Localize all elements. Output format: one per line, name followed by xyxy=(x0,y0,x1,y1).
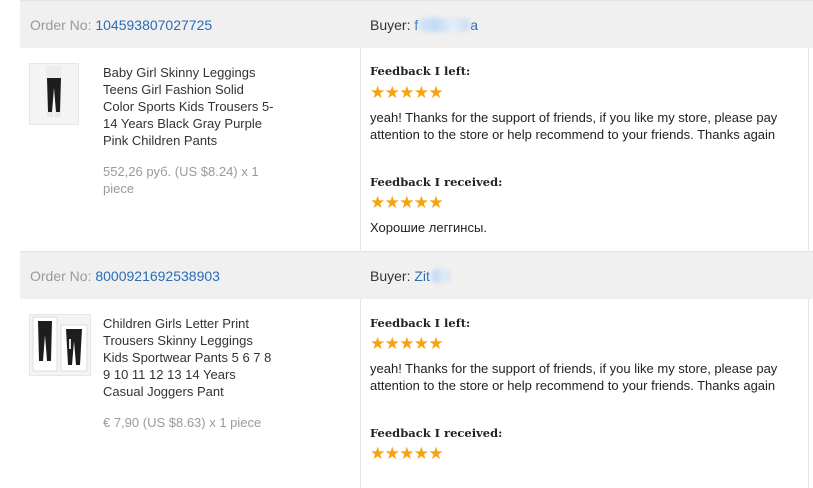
feedback-received-text: Хорошие леггинсы. xyxy=(370,220,487,235)
star-icon: ★ xyxy=(413,83,430,102)
feedback-left-label: Feedback I left: xyxy=(370,316,471,330)
product-thumbnail[interactable] xyxy=(29,314,91,376)
star-icon: ★ xyxy=(370,193,386,212)
buyer: Buyer: Zit xyxy=(370,268,450,284)
order-body: Baby Girl Skinny Leggings Teens Girl Fas… xyxy=(20,48,813,250)
buyer-label: Buyer: xyxy=(370,268,411,284)
star-icon: ★ xyxy=(428,83,444,102)
star-icon: ★ xyxy=(413,334,430,353)
product-price: 552,26 руб. (US $8.24) x 1 piece xyxy=(103,164,259,196)
product-thumbnail[interactable] xyxy=(29,63,79,125)
order-no-link[interactable]: 8000921692538903 xyxy=(95,268,220,284)
feedback-received-rating: ★★★★★ xyxy=(370,193,444,212)
feedback-column: Feedback I left: ★★★★★ yeah! Thanks for … xyxy=(360,299,809,488)
star-icon: ★ xyxy=(384,193,400,212)
star-icon: ★ xyxy=(384,334,400,353)
feedback-received-label: Feedback I received: xyxy=(370,175,503,189)
order-header: Order No: 104593807027725 Buyer: fa xyxy=(20,0,813,48)
star-icon: ★ xyxy=(428,444,444,463)
order-header: Order No: 8000921692538903 Buyer: Zit xyxy=(20,251,813,299)
feedback-column: Feedback I left: ★★★★★ yeah! Thanks for … xyxy=(360,48,809,250)
redacted-blur xyxy=(418,18,471,32)
order-body: Children Girls Letter Print Trousers Ski… xyxy=(20,299,813,488)
star-icon: ★ xyxy=(370,444,386,463)
star-icon: ★ xyxy=(413,193,430,212)
product-title-link[interactable]: Children Girls Letter Print Trousers Ski… xyxy=(103,315,278,400)
star-icon: ★ xyxy=(370,83,386,102)
order-number: Order No: 104593807027725 xyxy=(30,17,212,33)
feedback-received-rating: ★★★★★ xyxy=(370,444,444,463)
redacted-blur xyxy=(429,269,450,283)
feedback-received-label: Feedback I received: xyxy=(370,426,503,440)
star-icon: ★ xyxy=(428,334,444,353)
buyer-name-link[interactable]: fa xyxy=(414,17,478,33)
feedback-left-rating: ★★★★★ xyxy=(370,83,444,102)
order-no-link[interactable]: 104593807027725 xyxy=(95,17,212,33)
star-icon: ★ xyxy=(399,83,415,102)
feedback-left-rating: ★★★★★ xyxy=(370,334,444,353)
star-icon: ★ xyxy=(399,444,415,463)
star-icon: ★ xyxy=(384,444,400,463)
buyer-name-tail: a xyxy=(470,17,479,33)
order-no-label: Order No: xyxy=(30,268,92,284)
product-title-link[interactable]: Baby Girl Skinny Leggings Teens Girl Fas… xyxy=(103,64,278,149)
star-icon: ★ xyxy=(399,334,415,353)
star-icon: ★ xyxy=(384,83,400,102)
leggings-image-icon xyxy=(30,315,90,375)
product-price: € 7,90 (US $8.63) x 1 piece xyxy=(103,415,262,430)
order-number: Order No: 8000921692538903 xyxy=(30,268,220,284)
star-icon: ★ xyxy=(413,444,430,463)
order-no-label: Order No: xyxy=(30,17,92,33)
leggings-image-icon xyxy=(30,64,78,124)
feedback-left-label: Feedback I left: xyxy=(370,64,471,78)
star-icon: ★ xyxy=(399,193,415,212)
buyer: Buyer: fa xyxy=(370,17,478,33)
feedback-left-text: yeah! Thanks for the support of friends,… xyxy=(370,361,778,393)
buyer-name: Zit xyxy=(414,268,430,284)
buyer-name-link[interactable]: Zit xyxy=(414,268,450,284)
buyer-label: Buyer: xyxy=(370,17,411,33)
star-icon: ★ xyxy=(428,193,444,212)
star-icon: ★ xyxy=(370,334,386,353)
feedback-left-text: yeah! Thanks for the support of friends,… xyxy=(370,110,778,142)
